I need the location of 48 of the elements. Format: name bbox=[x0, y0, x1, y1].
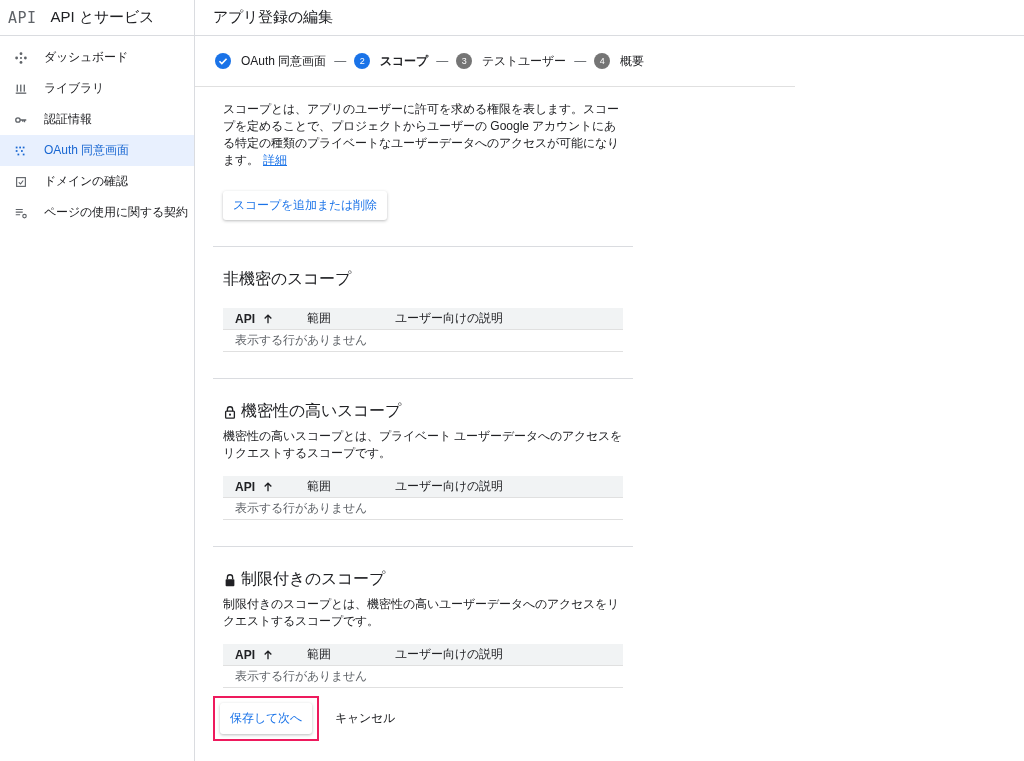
column-header[interactable]: API bbox=[235, 311, 255, 326]
column-header[interactable]: ユーザー向けの説明 bbox=[395, 478, 503, 495]
step-separator: — bbox=[436, 54, 449, 68]
api-logo: API bbox=[8, 8, 37, 27]
step-number: 2 bbox=[354, 53, 371, 69]
column-header[interactable]: API bbox=[235, 479, 255, 494]
sidebar-item[interactable]: OAuth 同意画面 bbox=[0, 135, 194, 166]
checkbox-icon bbox=[14, 174, 28, 189]
column-header[interactable]: API bbox=[235, 647, 255, 662]
details-link[interactable]: 詳細 bbox=[263, 153, 287, 167]
step-label: スコープ bbox=[380, 52, 429, 70]
sort-arrow-icon[interactable] bbox=[263, 481, 273, 492]
step-label: テストユーザー bbox=[482, 52, 567, 70]
intro-text: スコープとは、アプリのユーザーに許可を求める権限を表します。スコープを定めることで、プロジェクトからユーザーの Google アカウントにある特定の種類のプライベートなユーザーデータへのアクセスが可能になります。 詳細 bbox=[223, 101, 620, 169]
column-header[interactable]: 範囲 bbox=[307, 646, 395, 663]
sidebar-item[interactable]: ライブラリ bbox=[0, 73, 194, 104]
section-title: 機密性の高いスコープ bbox=[241, 401, 401, 421]
cancel-button[interactable]: キャンセル bbox=[333, 706, 397, 731]
add-scopes-button[interactable]: スコープを追加または削除 bbox=[223, 191, 387, 220]
empty-table-message: 表示する行がありません bbox=[235, 332, 367, 349]
empty-table-message: 表示する行がありません bbox=[235, 668, 367, 685]
step-number: 3 bbox=[456, 53, 473, 69]
step-separator: — bbox=[334, 54, 347, 68]
step-number: 4 bbox=[594, 53, 611, 69]
section-description: 機密性の高いスコープとは、プライベート ユーザーデータへのアクセスをリクエストするスコープです。 bbox=[223, 428, 623, 462]
step-separator: — bbox=[574, 54, 587, 68]
lock-icon bbox=[223, 572, 237, 587]
column-header[interactable]: 範囲 bbox=[307, 310, 395, 327]
save-and-continue-button[interactable]: 保存して次へ bbox=[220, 703, 312, 734]
sidebar-item[interactable]: ダッシュボード bbox=[0, 42, 194, 73]
column-header[interactable]: ユーザー向けの説明 bbox=[395, 310, 503, 327]
section-title: 制限付きのスコープ bbox=[241, 569, 385, 589]
page-title: アプリ登録の編集 bbox=[213, 8, 333, 27]
column-header[interactable]: 範囲 bbox=[307, 478, 395, 495]
sidebar-item[interactable]: ページの使用に関する契約 bbox=[0, 197, 194, 228]
sidebar-item[interactable]: 認証情報 bbox=[0, 104, 194, 135]
step-label: 概要 bbox=[620, 52, 645, 70]
sort-arrow-icon[interactable] bbox=[263, 313, 273, 324]
empty-table-message: 表示する行がありません bbox=[235, 500, 367, 517]
sidebar-title: API とサービス bbox=[50, 8, 154, 27]
section-description: 制限付きのスコープとは、機密性の高いユーザーデータへのアクセスをリクエストするスコープです。 bbox=[223, 596, 620, 630]
lock-icon bbox=[223, 404, 237, 419]
column-header[interactable]: ユーザー向けの説明 bbox=[395, 646, 503, 663]
section-title: 非機密のスコープ bbox=[223, 269, 351, 289]
sort-arrow-icon[interactable] bbox=[263, 649, 273, 660]
sidebar-item[interactable]: ドメインの確認 bbox=[0, 166, 194, 197]
dots-diamond-icon bbox=[14, 50, 28, 65]
step-label: OAuth 同意画面 bbox=[241, 52, 327, 70]
